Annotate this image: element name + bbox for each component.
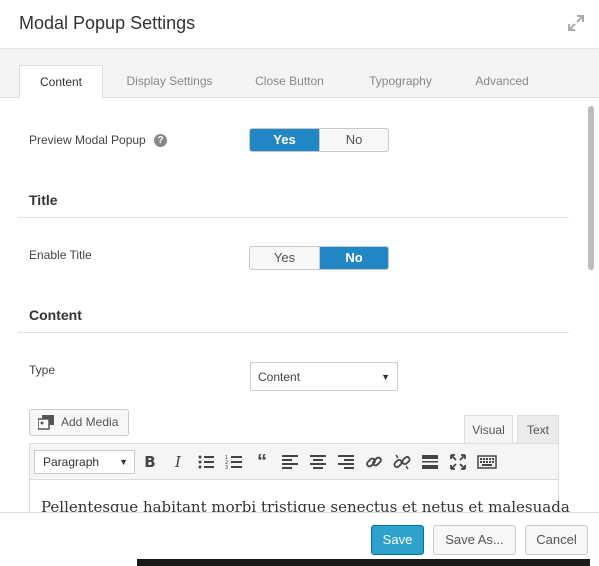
align-left-icon[interactable] bbox=[281, 453, 299, 471]
type-label: Type bbox=[29, 363, 56, 377]
save-button[interactable]: Save bbox=[371, 525, 424, 555]
tab-content[interactable]: Content bbox=[19, 65, 103, 99]
chevron-down-icon: ▼ bbox=[381, 372, 390, 382]
read-more-icon[interactable] bbox=[421, 453, 439, 471]
fullscreen-icon[interactable] bbox=[449, 453, 467, 471]
help-icon[interactable]: ? bbox=[154, 134, 167, 147]
link-icon[interactable] bbox=[365, 453, 383, 471]
add-media-button[interactable]: Add Media bbox=[29, 409, 129, 436]
chevron-down-icon: ▼ bbox=[119, 457, 128, 467]
italic-icon[interactable]: I bbox=[169, 453, 187, 471]
divider bbox=[18, 217, 569, 218]
media-icon bbox=[38, 415, 54, 430]
background-page-edge bbox=[137, 559, 590, 566]
align-right-icon[interactable] bbox=[337, 453, 355, 471]
settings-panel: Preview Modal Popup ? Yes No Title Enabl… bbox=[0, 98, 599, 512]
scrollbar-thumb[interactable] bbox=[588, 106, 594, 270]
enable-title-toggle: Yes No bbox=[249, 246, 389, 270]
add-media-label: Add Media bbox=[61, 415, 119, 429]
svg-text:3: 3 bbox=[225, 465, 228, 471]
format-select-value: Paragraph bbox=[43, 455, 100, 469]
tab-advanced[interactable]: Advanced bbox=[462, 65, 542, 98]
content-section-heading: Content bbox=[29, 307, 82, 323]
modal-header: Modal Popup Settings bbox=[0, 0, 599, 49]
save-as-button[interactable]: Save As... bbox=[433, 525, 516, 555]
expand-icon[interactable] bbox=[567, 14, 585, 32]
type-select-value: Content bbox=[258, 370, 301, 384]
tab-typography[interactable]: Typography bbox=[353, 65, 448, 98]
rich-text-editor: Paragraph ▼ B I 1 2 3 “ Pellentesque hab… bbox=[29, 443, 570, 512]
enable-title-no-option[interactable]: No bbox=[319, 247, 388, 269]
tab-display-settings[interactable]: Display Settings bbox=[113, 65, 226, 98]
divider bbox=[18, 332, 569, 333]
toolbar-toggle-icon[interactable] bbox=[477, 453, 497, 471]
bold-icon[interactable]: B bbox=[141, 453, 159, 471]
modal-title: Modal Popup Settings bbox=[19, 13, 196, 33]
type-select[interactable]: Content ▼ bbox=[250, 362, 398, 391]
bullet-list-icon[interactable] bbox=[197, 453, 215, 471]
format-select[interactable]: Paragraph ▼ bbox=[34, 450, 135, 474]
preview-label: Preview Modal Popup bbox=[29, 133, 146, 147]
align-center-icon[interactable] bbox=[309, 453, 327, 471]
enable-title-label: Enable Title bbox=[29, 248, 92, 262]
modal-footer: Save Save As... Cancel bbox=[0, 512, 599, 566]
numbered-list-icon[interactable]: 1 2 3 bbox=[225, 453, 243, 471]
tab-close-button[interactable]: Close Button bbox=[242, 65, 337, 98]
preview-toggle: Yes No bbox=[249, 128, 389, 152]
editor-tab-visual[interactable]: Visual bbox=[464, 415, 513, 444]
blockquote-icon[interactable]: “ bbox=[253, 451, 271, 473]
cancel-button[interactable]: Cancel bbox=[525, 525, 588, 555]
settings-tabs: Content Display Settings Close Button Ty… bbox=[0, 49, 599, 99]
editor-toolbar: Paragraph ▼ B I 1 2 3 “ bbox=[30, 444, 558, 480]
enable-title-yes-option[interactable]: Yes bbox=[250, 247, 319, 269]
title-section-heading: Title bbox=[29, 192, 58, 208]
editor-tab-text[interactable]: Text bbox=[517, 415, 559, 444]
unlink-icon[interactable] bbox=[393, 453, 411, 471]
editor-body-text[interactable]: Pellentesque habitant morbi tristique se… bbox=[41, 498, 570, 512]
preview-no-option[interactable]: No bbox=[319, 129, 388, 151]
preview-yes-option[interactable]: Yes bbox=[250, 129, 319, 151]
